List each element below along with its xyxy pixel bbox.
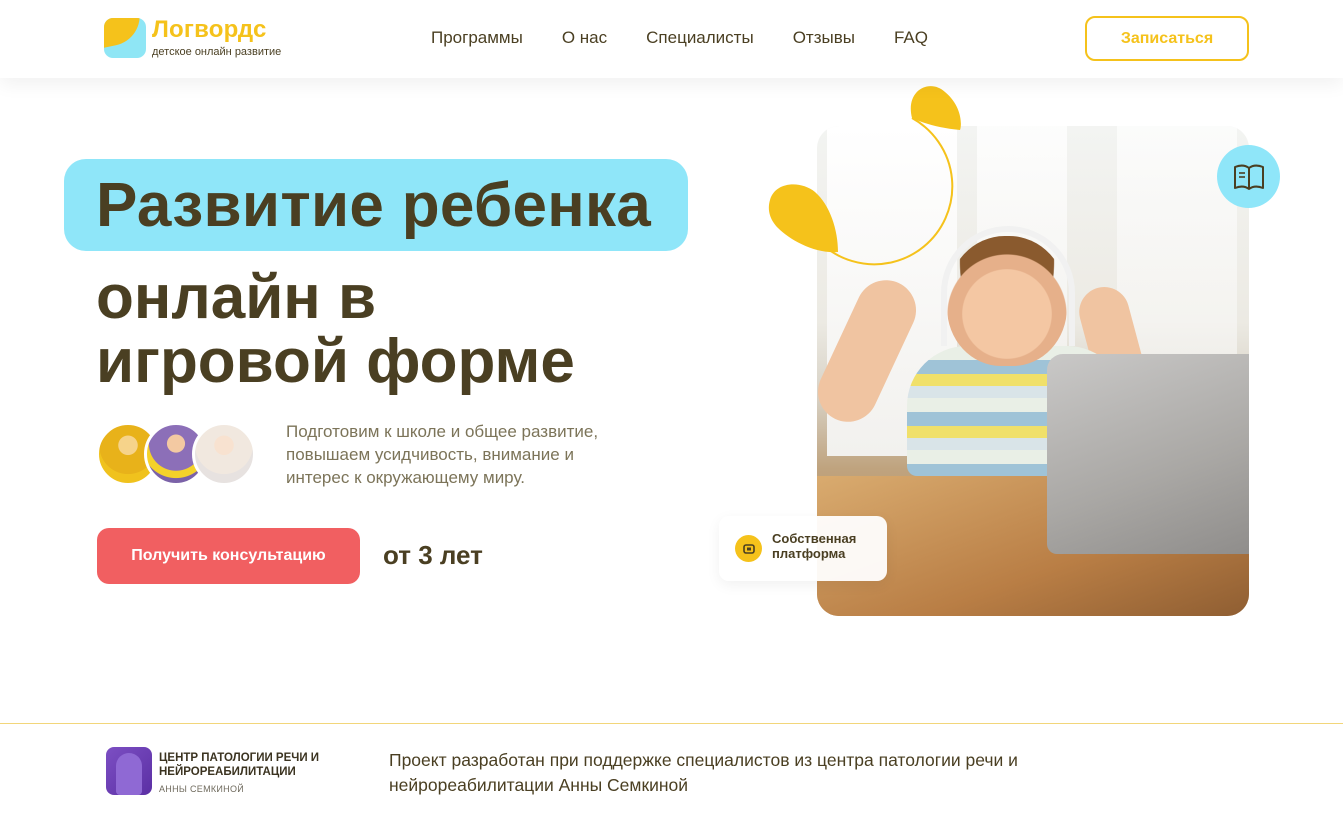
hero-title-line2: онлайн в	[96, 263, 377, 332]
main-nav: Программы О нас Специалисты Отзывы FAQ	[431, 28, 967, 48]
nav-item-about[interactable]: О нас	[562, 28, 607, 48]
divider	[0, 723, 1343, 724]
book-badge	[1217, 145, 1280, 208]
nav-item-specialists[interactable]: Специалисты	[646, 28, 754, 48]
site-header: Логвордс детское онлайн развитие Програм…	[0, 0, 1343, 78]
nav-item-reviews[interactable]: Отзывы	[793, 28, 855, 48]
platform-icon	[735, 535, 762, 562]
hero-description: Подготовим к школе и общее развитие, пов…	[286, 422, 599, 487]
get-consultation-button[interactable]: Получить консультацию	[97, 528, 360, 584]
partner-description: Проект разработан при поддержке специали…	[389, 750, 1018, 795]
platform-badge-label: Собственная платформа	[772, 531, 857, 561]
partner-subtitle: Анны Семкиной	[159, 784, 245, 794]
partner-name: Центр патологии речи и нейрореабилитации	[159, 752, 320, 778]
age-label: от 3 лет	[383, 540, 483, 570]
signup-button[interactable]: Записаться	[1085, 16, 1249, 61]
nav-item-faq[interactable]: FAQ	[894, 28, 928, 48]
logo[interactable]: Логвордс детское онлайн развитие	[104, 16, 304, 62]
book-open-icon	[1233, 164, 1264, 190]
laptop-icon	[1047, 354, 1249, 554]
logo-title: Логвордс	[152, 16, 267, 43]
hero-title-line1: Развитие ребенка	[96, 171, 652, 240]
nav-item-programs[interactable]: Программы	[431, 28, 523, 48]
platform-badge: Собственная платформа	[719, 516, 887, 581]
avatar-group	[96, 422, 261, 488]
hero-title-line3: игровой форме	[96, 327, 575, 396]
avatar	[192, 422, 256, 486]
partner-logo-icon	[106, 747, 152, 795]
logo-mark-icon	[104, 18, 146, 58]
logo-subtitle: детское онлайн развитие	[152, 46, 282, 58]
